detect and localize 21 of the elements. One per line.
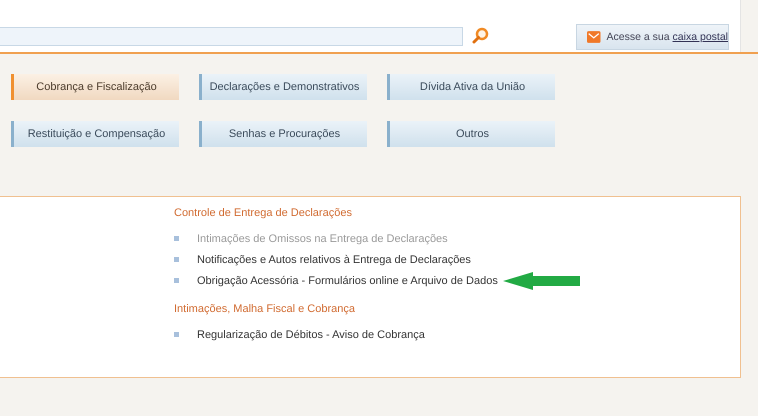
- list-link[interactable]: Notificações e Autos relativos à Entrega de Declarações: [197, 254, 471, 266]
- bullet-icon: [174, 332, 179, 337]
- category-button[interactable]: Outros: [387, 121, 555, 147]
- list-link[interactable]: Obrigação Acessória - Formulários online e Arquivo de Dados: [197, 274, 498, 286]
- category-button[interactable]: Senhas e Procurações: [199, 121, 367, 147]
- bullet-icon: [174, 257, 179, 262]
- bullet-icon: [174, 236, 179, 241]
- envelope-icon: [587, 30, 600, 44]
- bullet-icon: [174, 278, 179, 283]
- mailbox-label: Acesse a sua: [606, 31, 670, 43]
- search-icon[interactable]: [472, 27, 490, 45]
- category-button[interactable]: Declarações e Demonstrativos: [199, 74, 367, 100]
- category-button[interactable]: Dívida Ativa da União: [387, 74, 555, 100]
- mailbox-link[interactable]: caixa postal: [672, 31, 728, 43]
- search-field[interactable]: [0, 27, 463, 46]
- category-button[interactable]: Restituição e Compensação: [11, 121, 179, 147]
- category-button[interactable]: Cobrança e Fiscalização: [11, 74, 179, 100]
- section-title: Controle de Entrega de Declarações: [174, 207, 353, 219]
- list-link[interactable]: Regularização de Débitos - Aviso de Cobrança: [197, 328, 425, 340]
- mailbox-button[interactable]: Acesse a sua caixa postal: [576, 24, 729, 50]
- section-title: Intimações, Malha Fiscal e Cobrança: [174, 303, 356, 315]
